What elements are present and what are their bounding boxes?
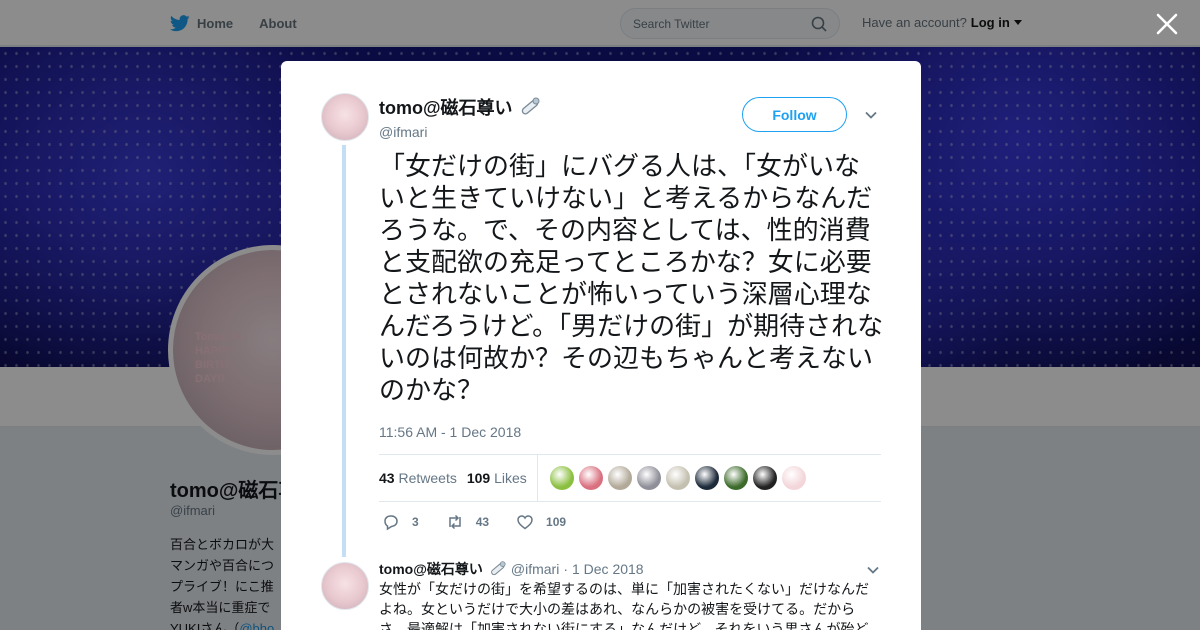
liker-avatar[interactable] <box>578 466 603 490</box>
thread-line <box>342 145 346 557</box>
heart-icon[interactable] <box>516 513 534 531</box>
tweet-author: tomo@磁石尊い @ifmari <box>379 94 541 140</box>
reply-author-name[interactable]: tomo@磁石尊い <box>379 559 483 579</box>
reply-date[interactable]: 1 Dec 2018 <box>572 561 644 577</box>
retweet-stat[interactable]: 43 Retweets <box>379 470 457 486</box>
reply-text: 女性が「女だけの街」を希望するのは、単に「加害されたくない」だけなんだよね。女と… <box>379 582 869 630</box>
tweet-timestamp[interactable]: 11:56 AM - 1 Dec 2018 <box>379 424 521 440</box>
reply-icon[interactable] <box>382 513 400 531</box>
like-action[interactable]: 109 <box>516 513 566 531</box>
liker-avatar[interactable] <box>665 466 690 490</box>
tweet-modal: tomo@磁石尊い @ifmari Follow 「女だけの街」にバグる人は、「… <box>281 61 921 630</box>
stats-divider <box>536 455 538 501</box>
like-count: 109 <box>546 515 567 529</box>
tweet-text: 「女だけの街」にバグる人は、「女がいないと生きていけない」と考えるからなんだろう… <box>379 152 884 406</box>
like-stat[interactable]: 109 Likes <box>467 470 527 486</box>
chevron-down-icon[interactable] <box>864 108 878 122</box>
liker-avatar[interactable] <box>752 466 777 490</box>
reply-author-handle[interactable]: @ifmari <box>511 561 559 577</box>
tweet-actions: 3 43 109 <box>382 513 593 531</box>
author-name[interactable]: tomo@磁石尊い <box>379 94 541 120</box>
close-icon[interactable] <box>1154 11 1180 37</box>
reply-avatar[interactable] <box>321 562 369 610</box>
tweet-stats: 43 Retweets 109 Likes <box>379 454 881 502</box>
liker-avatar[interactable] <box>636 466 661 490</box>
liker-avatar[interactable] <box>781 466 806 490</box>
retweet-action[interactable]: 43 <box>446 513 489 531</box>
reply-count: 3 <box>412 515 419 529</box>
retweet-count: 43 <box>475 515 490 529</box>
like-stat-count: 109 <box>466 470 491 486</box>
magnet-emoji-icon <box>521 97 540 115</box>
follow-button[interactable]: Follow <box>742 97 847 132</box>
retweet-stat-count: 43 <box>379 470 395 486</box>
chevron-down-icon[interactable] <box>866 563 880 577</box>
reply-header: tomo@磁石尊い @ifmari · 1 Dec 2018 <box>379 559 644 579</box>
retweet-stat-label: Retweets <box>398 470 457 486</box>
author-avatar[interactable] <box>321 93 369 141</box>
reply-separator: · <box>563 561 568 577</box>
magnet-emoji-icon <box>490 561 506 576</box>
liker-avatars <box>549 466 806 490</box>
liker-avatar[interactable] <box>607 466 632 490</box>
author-name-text: tomo@磁石尊い <box>379 98 513 118</box>
liker-avatar[interactable] <box>723 466 748 490</box>
like-stat-label: Likes <box>494 470 527 486</box>
liker-avatar[interactable] <box>694 466 719 490</box>
author-handle[interactable]: @ifmari <box>379 124 541 140</box>
reply-action[interactable]: 3 <box>382 513 419 531</box>
liker-avatar[interactable] <box>549 466 574 490</box>
retweet-icon[interactable] <box>446 513 464 531</box>
